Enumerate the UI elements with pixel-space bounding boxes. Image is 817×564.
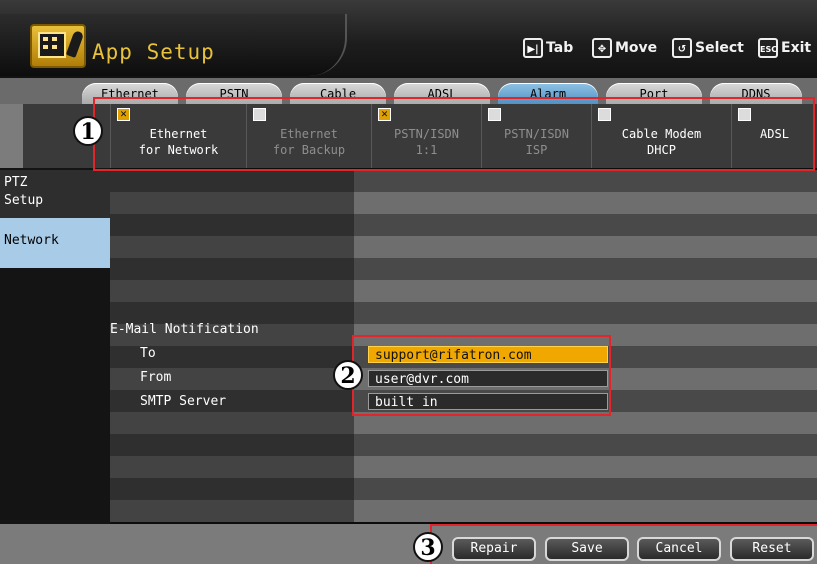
annotation-marker-2: 2 bbox=[333, 360, 363, 390]
help-move: ✥ Move bbox=[592, 38, 657, 58]
esc-key-icon: ESC bbox=[758, 38, 778, 58]
help-exit: ESC Exit bbox=[758, 38, 811, 58]
smtp-server-label: SMTP Server bbox=[140, 394, 227, 409]
settings-row bbox=[110, 478, 817, 500]
help-select: ↺ Select bbox=[672, 38, 744, 58]
from-label: From bbox=[140, 370, 172, 385]
settings-row bbox=[110, 192, 817, 214]
settings-row bbox=[110, 236, 817, 258]
annotation-marker-3: 3 bbox=[413, 532, 443, 562]
sidebar-item-network[interactable]: Network bbox=[0, 218, 110, 268]
annotation-box-buttons bbox=[430, 524, 817, 564]
email-notification-heading: E-Mail Notification bbox=[110, 322, 259, 337]
settings-row bbox=[110, 280, 817, 302]
help-exit-label: Exit bbox=[781, 40, 812, 56]
settings-row bbox=[110, 500, 817, 522]
settings-row bbox=[110, 258, 817, 280]
move-key-icon: ✥ bbox=[592, 38, 612, 58]
page-title: App Setup bbox=[92, 40, 215, 64]
settings-row bbox=[110, 434, 817, 456]
annotation-box-options bbox=[93, 97, 815, 171]
settings-row bbox=[110, 302, 817, 324]
select-key-icon: ↺ bbox=[672, 38, 692, 58]
annotation-box-email bbox=[352, 335, 611, 416]
settings-row bbox=[110, 214, 817, 236]
annotation-marker-1: 1 bbox=[73, 116, 103, 146]
help-move-label: Move bbox=[615, 40, 658, 56]
sidebar-item-ptz-setup[interactable]: PTZ Setup bbox=[0, 170, 110, 218]
help-tab: ▶| Tab bbox=[523, 38, 573, 58]
help-select-label: Select bbox=[695, 40, 744, 56]
to-label: To bbox=[140, 346, 156, 361]
settings-row bbox=[110, 170, 817, 192]
tab-key-icon: ▶| bbox=[523, 38, 543, 58]
settings-row bbox=[110, 456, 817, 478]
help-tab-label: Tab bbox=[546, 40, 574, 56]
app-setup-icon bbox=[30, 24, 86, 68]
